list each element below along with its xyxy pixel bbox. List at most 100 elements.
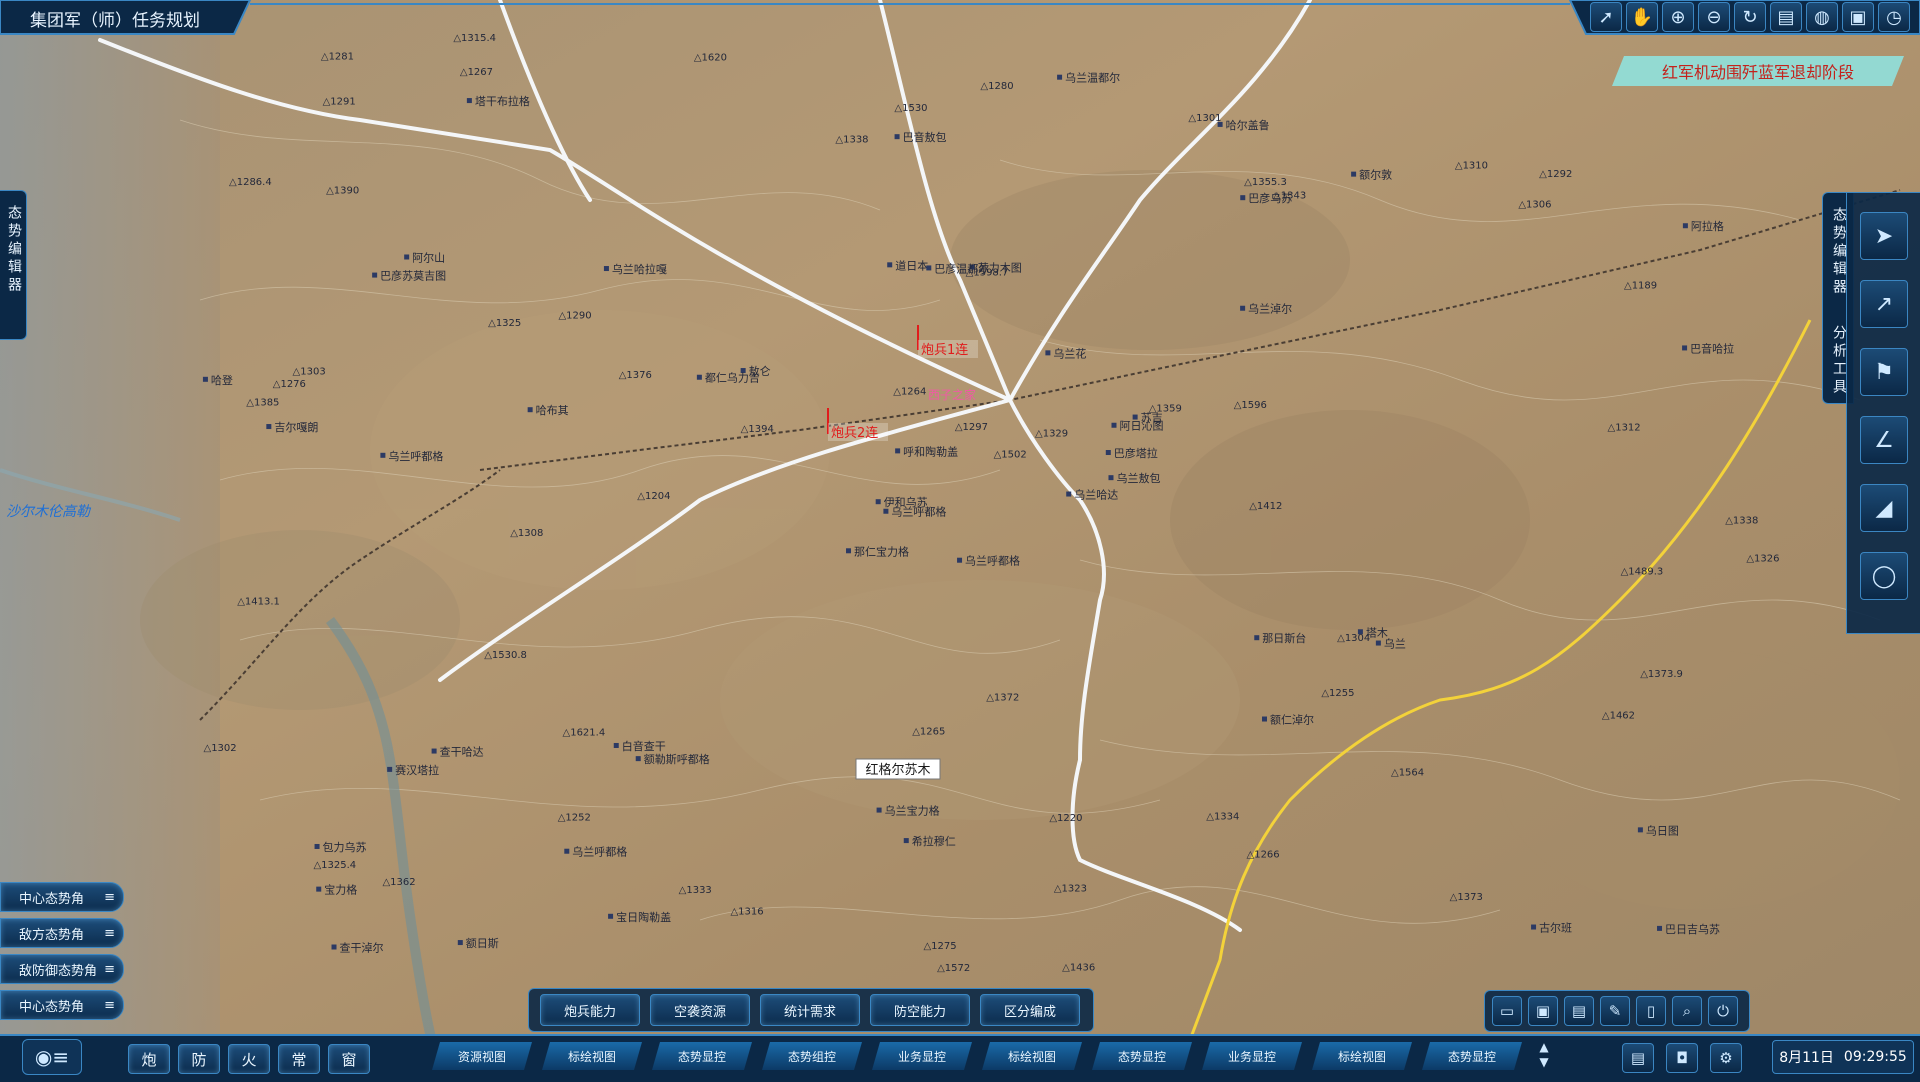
svg-text:乌兰花: 乌兰花	[1053, 346, 1086, 360]
refresh-icon[interactable]: ↻	[1734, 2, 1766, 32]
place-name: 宝日陶勒盖	[608, 910, 671, 924]
place-name: 呼和陶勒盖	[895, 444, 958, 458]
spot-height: △1292	[1539, 169, 1572, 180]
view-button[interactable]: 敌防御态势角 ≡	[0, 954, 124, 984]
view-button[interactable]: 敌方态势角 ≡	[0, 918, 124, 948]
spot-height: △1489.3	[1621, 566, 1664, 577]
svg-text:巴彦苏莫吉图: 巴彦苏莫吉图	[380, 269, 446, 283]
center-button[interactable]: 空袭资源	[650, 994, 750, 1026]
spot-height: △1355.3	[1244, 177, 1287, 188]
tab-scroll-icon[interactable]: ▲ ▼	[1534, 1040, 1554, 1070]
spot-height: △1286.4	[229, 177, 272, 188]
zoom-in-icon[interactable]: ⊕	[1662, 2, 1694, 32]
bottom-tab[interactable]: 态势显控	[1422, 1042, 1522, 1070]
zoom-out-icon[interactable]: ⊖	[1698, 2, 1730, 32]
view-button-label: 中心态势角	[19, 999, 85, 1015]
center-button[interactable]: 区分编成	[980, 994, 1080, 1026]
place-name: 乌兰淖尔	[1240, 302, 1292, 316]
menu-icon: ≡	[104, 889, 115, 905]
circle-tool-icon[interactable]: ◯	[1860, 552, 1908, 600]
layers-icon[interactable]: ▤	[1770, 2, 1802, 32]
spot-height: △1338	[835, 135, 868, 146]
bottom-tab[interactable]: 标绘视图	[1312, 1042, 1412, 1070]
spot-height: △1530	[894, 103, 927, 114]
edit-icon[interactable]: ✎	[1600, 996, 1630, 1026]
svg-text:乌兰呼都格: 乌兰呼都格	[572, 845, 627, 859]
svg-text:额勒斯呼都格: 额勒斯呼都格	[644, 752, 710, 766]
spot-height: △1334	[1206, 812, 1239, 823]
svg-text:那仁宝力格: 那仁宝力格	[854, 544, 909, 558]
spot-height: △1462	[1602, 711, 1635, 722]
svg-text:哈登: 哈登	[211, 373, 233, 387]
file-icon[interactable]: ▤	[1622, 1043, 1654, 1073]
quick-button[interactable]: 火	[228, 1044, 270, 1074]
place-name: 那仁宝力格	[846, 544, 909, 558]
spot-height: △1301	[1188, 113, 1221, 124]
bottom-tab[interactable]: 态势显控	[652, 1042, 752, 1070]
center-button[interactable]: 防空能力	[870, 994, 970, 1026]
place-name: 巴日吉乌苏	[1657, 922, 1720, 936]
clock-icon[interactable]: ◷	[1878, 2, 1910, 32]
place-name: 乌兰宝力格	[876, 804, 940, 818]
bottom-tab[interactable]: 态势显控	[1092, 1042, 1192, 1070]
save-as-icon[interactable]: ▤	[1564, 996, 1594, 1026]
bottom-tab[interactable]: 标绘视图	[982, 1042, 1082, 1070]
view-button-label: 中心态势角	[19, 891, 85, 907]
bottom-tab[interactable]: 态势组控	[762, 1042, 862, 1070]
globe-icon[interactable]: ◍	[1806, 2, 1838, 32]
view-button[interactable]: 中心态势角 ≡	[0, 882, 124, 912]
svg-text:古尔班: 古尔班	[1539, 922, 1572, 935]
folder-icon[interactable]: ▭	[1492, 996, 1522, 1026]
svg-text:额日斯: 额日斯	[466, 937, 499, 950]
place-name: 希拉穆仁	[903, 834, 956, 848]
center-button[interactable]: 炮兵能力	[540, 994, 640, 1026]
spot-height: △1265	[912, 727, 945, 738]
select-icon[interactable]: ➚	[1590, 2, 1622, 32]
terrain-map[interactable]: 乌兰呼都格巴彦苏莫吉图乌兰呼都格包力乌苏阿日沁图额勒斯呼都格哈尔盖鲁苏力木图巴彦…	[0, 0, 1920, 1080]
map-annotation: 西子之家	[928, 387, 976, 402]
left-editor-tab[interactable]: 态势编辑器	[0, 190, 27, 340]
spot-height: △1303	[293, 366, 326, 377]
angle-tool-icon[interactable]: ∠	[1860, 416, 1908, 464]
center-place-label[interactable]: 红格尔苏木	[855, 758, 941, 780]
bottom-tab[interactable]: 业务显控	[872, 1042, 972, 1070]
spot-height: △1281	[321, 52, 354, 63]
svg-text:乌兰哈拉嘎: 乌兰哈拉嘎	[612, 262, 667, 276]
spot-height: △1620	[694, 52, 727, 63]
line-tool-icon[interactable]: ↗	[1860, 280, 1908, 328]
marker-tool-icon[interactable]: ⚑	[1860, 348, 1908, 396]
svg-text:白音查干: 白音查干	[622, 739, 666, 753]
spot-height: △1275	[923, 941, 956, 952]
place-name: 赛汉塔拉	[387, 763, 439, 777]
spot-height: △1290	[558, 310, 591, 321]
quick-button[interactable]: 炮	[128, 1044, 170, 1074]
home-logo-icon[interactable]: ◉≡	[22, 1039, 82, 1075]
quick-button[interactable]: 防	[178, 1044, 220, 1074]
save-icon[interactable]: ▣	[1528, 996, 1558, 1026]
center-button[interactable]: 统计需求	[760, 994, 860, 1026]
spot-height: △1394	[741, 424, 774, 435]
hand-icon[interactable]: ✋	[1626, 2, 1658, 32]
view-button-label: 敌方态势角	[19, 927, 85, 943]
document-icon[interactable]: ▯	[1636, 996, 1666, 1026]
arrow-tool-icon[interactable]: ➤	[1860, 212, 1908, 260]
bottom-tab[interactable]: 标绘视图	[542, 1042, 642, 1070]
spot-height: △1312	[1608, 423, 1641, 434]
svg-text:阿拉格: 阿拉格	[1691, 219, 1724, 233]
search-doc-icon[interactable]: ⌕	[1672, 996, 1702, 1026]
quick-button[interactable]: 窗	[328, 1044, 370, 1074]
chat-icon[interactable]: ◘	[1666, 1043, 1698, 1073]
bottom-tab[interactable]: 业务显控	[1202, 1042, 1302, 1070]
power-icon[interactable]: ⏻	[1708, 996, 1738, 1026]
settings-icon[interactable]: ⚙	[1710, 1043, 1742, 1073]
place-name: 包力乌苏	[314, 840, 367, 854]
view-button[interactable]: 中心态势角 ≡	[0, 990, 124, 1020]
quick-button[interactable]: 常	[278, 1044, 320, 1074]
spot-height: △1436	[1062, 963, 1095, 974]
spot-height: △1412	[1249, 501, 1282, 512]
window-icon[interactable]: ▣	[1842, 2, 1874, 32]
spot-height: △1572	[937, 963, 970, 974]
place-name: 乌兰呼都格	[957, 554, 1020, 568]
area-tool-icon[interactable]: ◢	[1860, 484, 1908, 532]
bottom-tab[interactable]: 资源视图	[432, 1042, 532, 1070]
